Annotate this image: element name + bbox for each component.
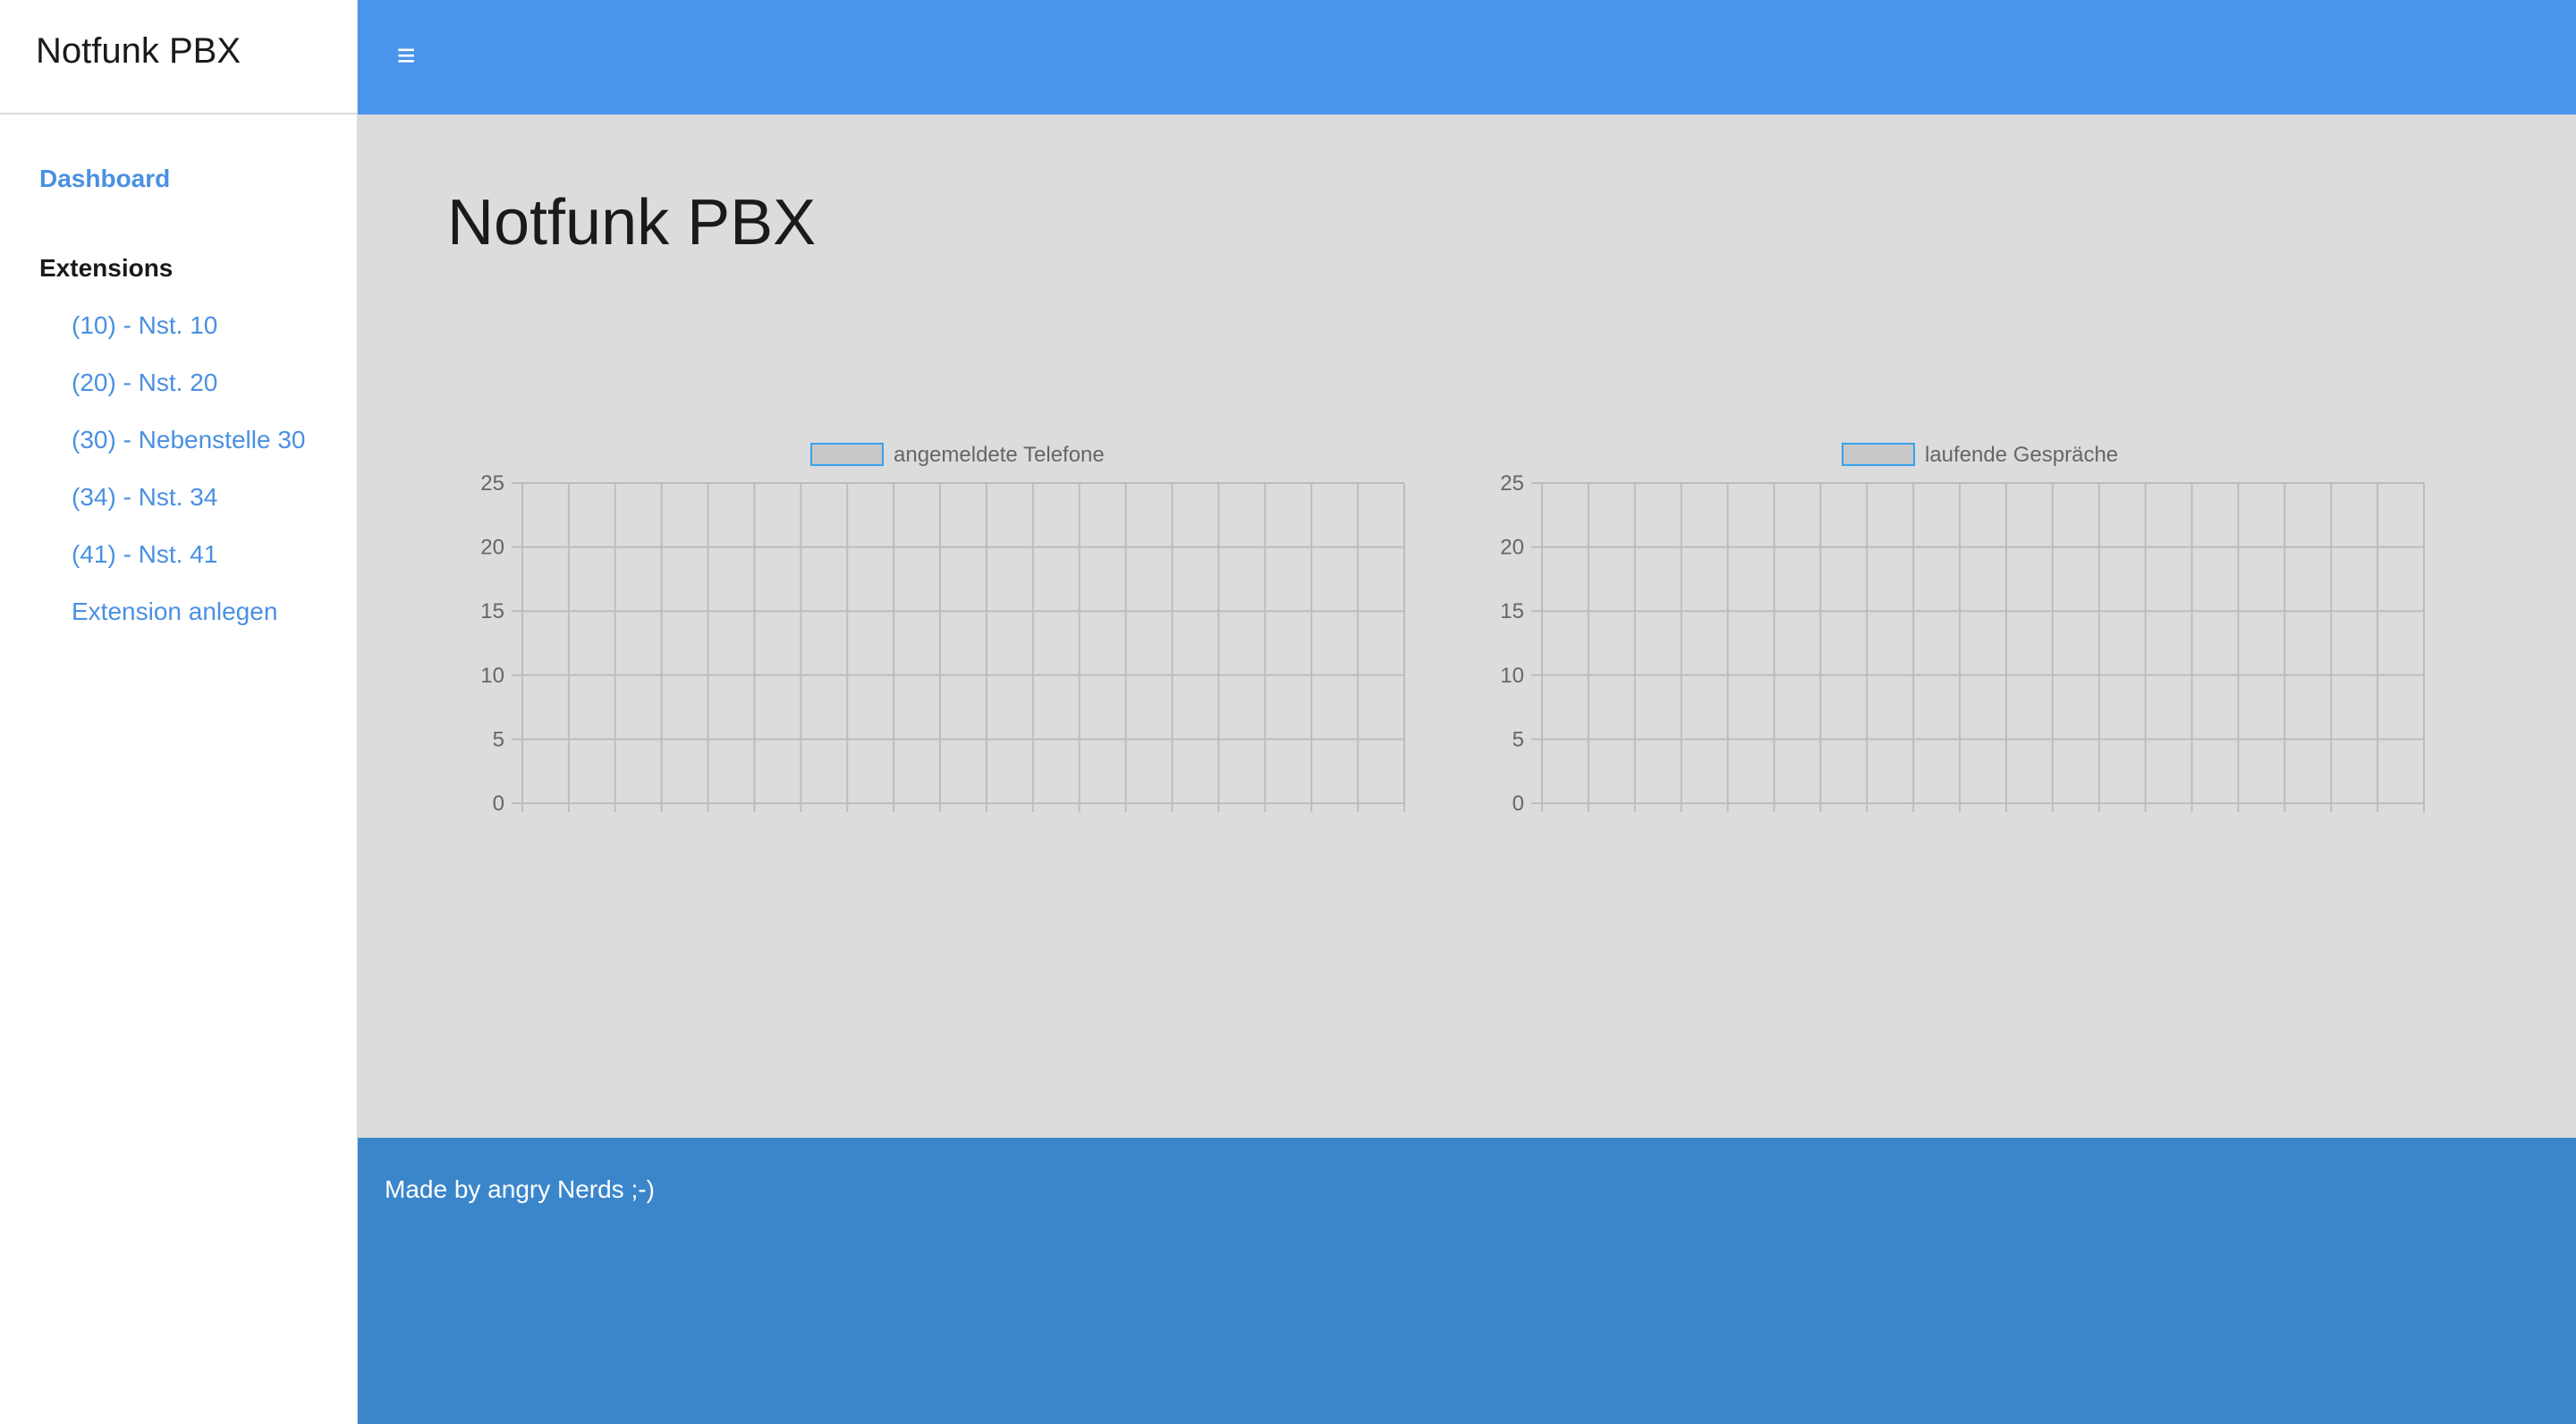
- main-content: Notfunk PBX angemeldete Telefone 0 5 10 15 20…: [358, 114, 2576, 1138]
- tick-label-y: 10: [480, 664, 504, 688]
- footer-text: Made by angry Nerds ;-): [385, 1175, 655, 1203]
- tick-label-y: 15: [480, 599, 504, 623]
- legend-label: angemeldete Telefone: [894, 443, 1105, 467]
- sidebar-item-extension-41[interactable]: (41) - Nst. 41: [72, 537, 357, 572]
- sidebar-item-extension-10[interactable]: (10) - Nst. 10: [72, 308, 357, 343]
- list-item: (20) - Nst. 20: [0, 365, 357, 422]
- tick-label-y: 0: [1513, 792, 1524, 812]
- brand-title[interactable]: Notfunk PBX: [0, 0, 357, 114]
- tick-label-y: 20: [480, 536, 504, 560]
- list-item: (41) - Nst. 41: [0, 537, 357, 594]
- tick-label-y: 0: [493, 792, 504, 812]
- add-extension-link[interactable]: Extension anlegen: [72, 594, 357, 630]
- tick-label-y: 20: [1500, 536, 1524, 560]
- tick-label-y: 5: [493, 727, 504, 751]
- extensions-list: (10) - Nst. 10 (20) - Nst. 20 (30) - Neb…: [0, 308, 357, 651]
- extensions-heading: Extensions: [39, 254, 174, 282]
- chart-registered-phones: angemeldete Telefone051015202518:20:2418…: [438, 311, 1458, 812]
- footer: Made by angry Nerds ;-): [358, 1138, 2576, 1424]
- chart-legend: angemeldete Telefone: [810, 443, 1105, 467]
- legend-swatch: [1842, 443, 1915, 466]
- tick-label-y: 10: [1500, 664, 1524, 688]
- list-item: (10) - Nst. 10: [0, 308, 357, 365]
- chart-registered-phones-svg: angemeldete Telefone051015202518:20:2418…: [480, 443, 1405, 812]
- sidebar-item-extension-30[interactable]: (30) - Nebenstelle 30: [72, 422, 357, 458]
- sidebar-item-extension-34[interactable]: (34) - Nst. 34: [72, 479, 357, 515]
- page-title: Notfunk PBX: [447, 187, 817, 259]
- sidebar: Notfunk PBX Dashboard Extensions (10) - …: [0, 0, 358, 1424]
- sidebar-item-dashboard[interactable]: Dashboard: [39, 161, 357, 197]
- hamburger-menu-icon[interactable]: ≡: [385, 34, 428, 77]
- list-item: Extension anlegen: [0, 594, 357, 651]
- chart-active-calls-svg: laufende Gespräche051015202518:20:2418:2…: [1500, 443, 2425, 812]
- sidebar-item-extension-20[interactable]: (20) - Nst. 20: [72, 365, 357, 401]
- legend-label: laufende Gespräche: [1925, 443, 2118, 467]
- tick-label-y: 5: [1513, 727, 1524, 751]
- sidebar-nav: Dashboard Extensions (10) - Nst. 10 (20)…: [0, 114, 357, 651]
- tick-label-y: 25: [1500, 471, 1524, 496]
- tick-label-y: 15: [1500, 599, 1524, 623]
- list-item: (30) - Nebenstelle 30: [0, 422, 357, 479]
- chart-legend: laufende Gespräche: [1842, 443, 2118, 467]
- tick-label-y: 25: [480, 471, 504, 496]
- legend-swatch: [810, 443, 884, 466]
- top-navbar: ≡: [358, 0, 2576, 114]
- list-item: (34) - Nst. 34: [0, 479, 357, 537]
- chart-active-calls: laufende Gespräche051015202518:20:2418:2…: [1458, 311, 2478, 812]
